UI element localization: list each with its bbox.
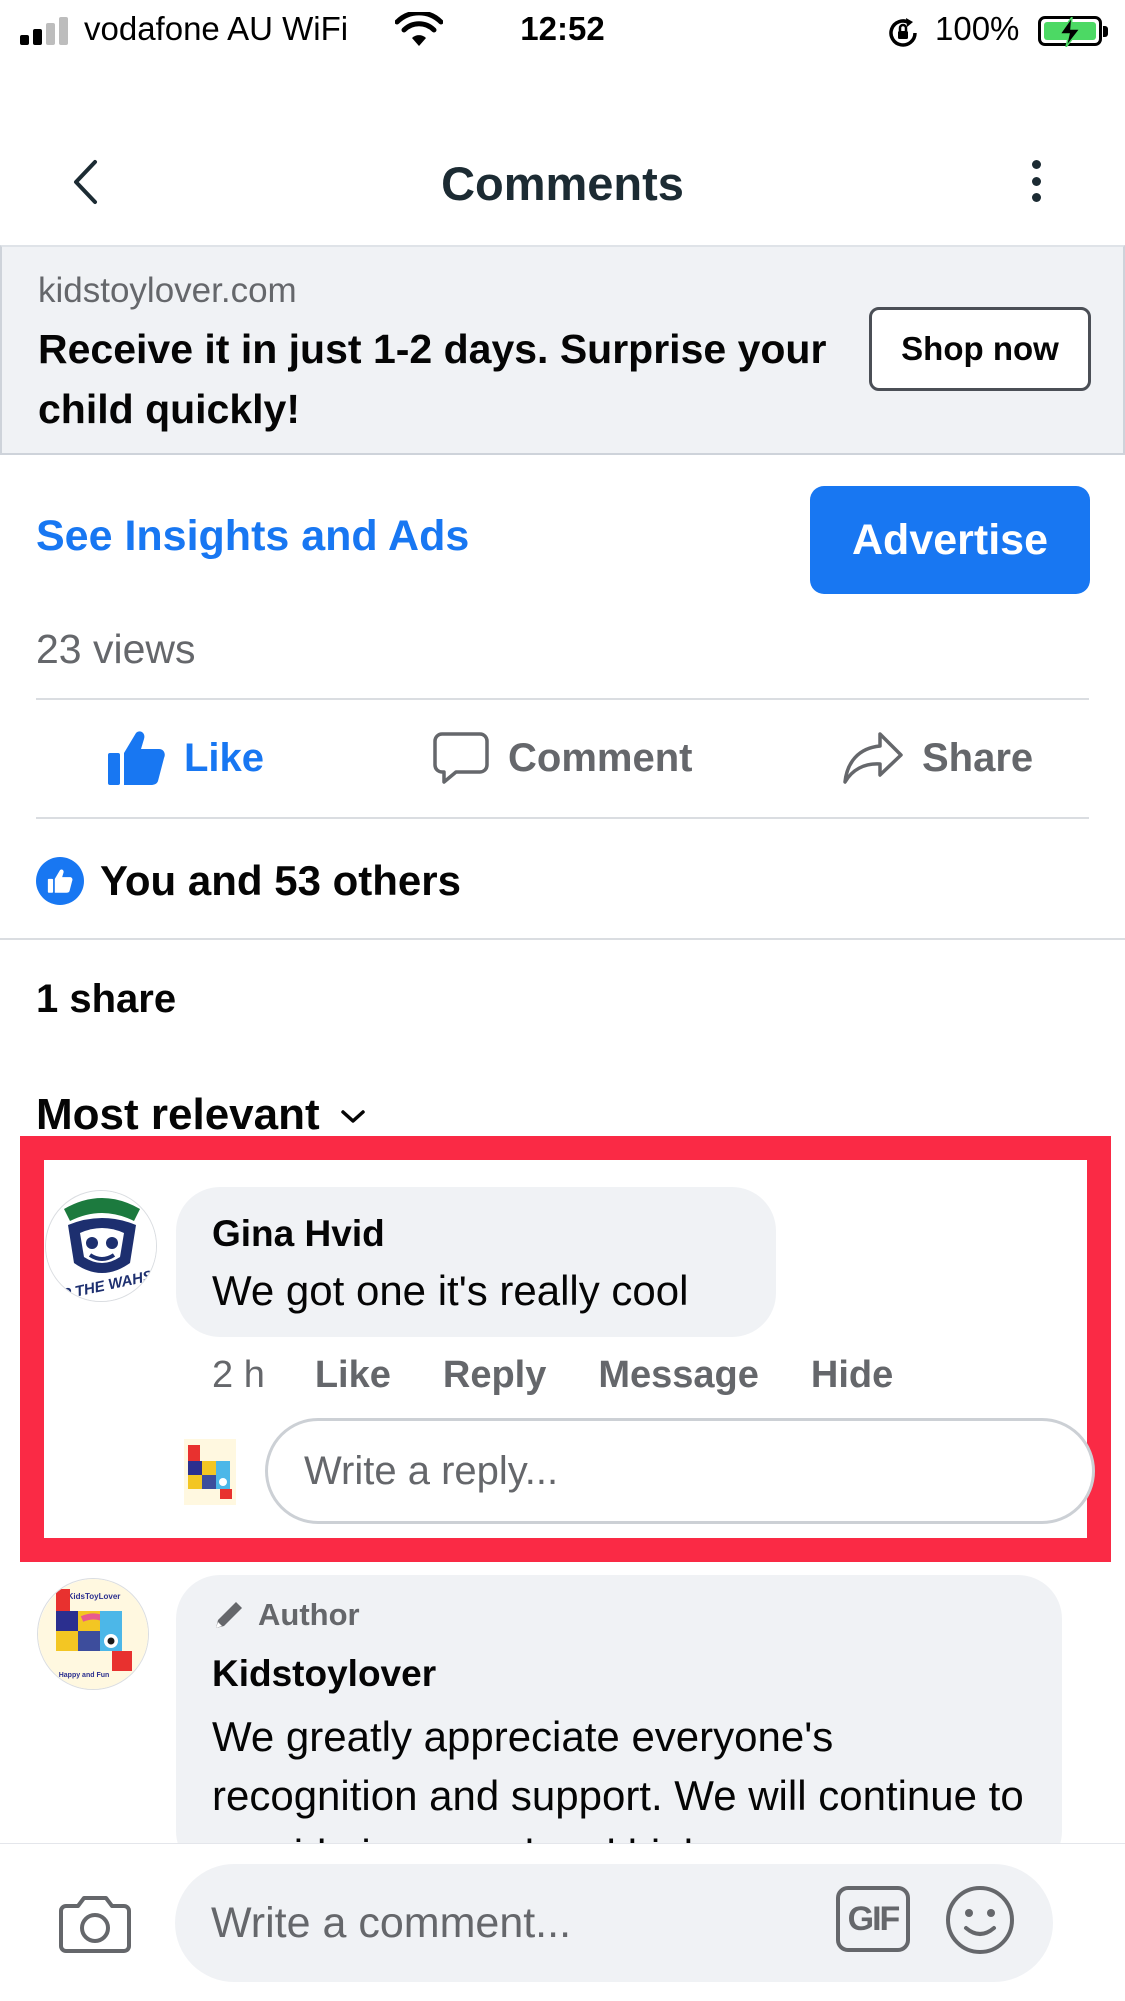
camera-icon — [59, 1896, 131, 1953]
commenter-name[interactable]: Kidstoylover — [212, 1653, 436, 1695]
rotation-lock-icon — [886, 16, 920, 55]
share-button[interactable]: Share — [842, 722, 1033, 794]
more-options-button[interactable] — [1016, 156, 1056, 206]
ad-domain: kidstoylover.com — [38, 271, 297, 310]
reply-placeholder: Write a reply... — [304, 1448, 559, 1493]
camera-button[interactable] — [58, 1894, 132, 1959]
reactions-text: You and 53 others — [100, 857, 461, 904]
ad-headline: Receive it in just 1-2 days. Surprise yo… — [38, 326, 827, 432]
page-avatar — [184, 1439, 236, 1505]
sort-dropdown[interactable]: Most relevant — [36, 1090, 366, 1140]
comment-placeholder: Write a comment... — [211, 1898, 572, 1947]
gif-label: GIF — [847, 1899, 901, 1938]
comment-message-button[interactable]: Message — [598, 1354, 759, 1397]
share-arrow-icon — [843, 732, 903, 784]
svg-text:KidsToyLover: KidsToyLover — [68, 1592, 121, 1601]
like-label: Like — [184, 735, 265, 780]
status-bar: vodafone AU WiFi 12:52 100% — [0, 0, 1125, 62]
comment-bubble[interactable]: Gina Hvid We got one it's really cool — [176, 1187, 776, 1337]
thumbs-up-icon — [108, 731, 165, 785]
comment-button[interactable]: Comment — [432, 722, 692, 794]
sponsored-ad-banner[interactable]: kidstoylover.com Receive it in just 1-2 … — [0, 245, 1125, 455]
share-count[interactable]: 1 share — [36, 977, 176, 1022]
reaction-summary[interactable]: You and 53 others — [36, 854, 461, 908]
divider — [0, 938, 1125, 940]
more-vertical-icon — [1031, 160, 1041, 169]
like-button[interactable]: Like — [106, 722, 264, 794]
comment-label: Comment — [508, 735, 693, 780]
comment-like-button[interactable]: Like — [315, 1354, 391, 1397]
comment-reply-button[interactable]: Reply — [443, 1354, 546, 1397]
author-comment-bubble[interactable]: Author Kidstoylover We greatly appreciat… — [176, 1575, 1062, 1878]
commenter-name[interactable]: Gina Hvid — [212, 1213, 385, 1255]
shop-now-button[interactable]: Shop now — [869, 307, 1091, 391]
comment-text: We got one it's really cool — [212, 1267, 689, 1314]
avatar[interactable]: UP THE WAHS — [45, 1190, 157, 1302]
pencil-icon — [216, 1602, 242, 1628]
battery-charging-icon — [1038, 16, 1108, 47]
page-title: Comments — [441, 157, 684, 210]
svg-text:Happy and Fun: Happy and Fun — [59, 1672, 110, 1679]
avatar[interactable]: KidsToyLover Happy and Fun — [37, 1578, 149, 1690]
battery-percent: 100% — [935, 10, 1020, 47]
emoji-button[interactable] — [944, 1884, 1016, 1961]
comment-hide-button[interactable]: Hide — [811, 1354, 893, 1397]
comment-actions: 2 h Like Reply Message Hide — [212, 1350, 945, 1400]
divider — [36, 698, 1089, 700]
divider — [36, 817, 1089, 819]
reply-input[interactable]: Write a reply... — [265, 1418, 1095, 1524]
view-count: 23 views — [36, 626, 196, 672]
comment-input[interactable]: Write a comment... — [175, 1864, 1053, 1982]
author-badge-label: Author — [258, 1597, 360, 1632]
header: Comments — [0, 120, 1125, 242]
advertise-button[interactable]: Advertise — [810, 486, 1090, 594]
comment-timestamp: 2 h — [212, 1353, 265, 1396]
comment-composer: Write a comment... GIF — [0, 1843, 1125, 2001]
see-insights-link[interactable]: See Insights and Ads — [36, 512, 469, 561]
chevron-down-icon — [340, 1110, 365, 1123]
author-badge: Author — [212, 1597, 360, 1633]
like-reaction-icon — [36, 857, 84, 905]
comment-bubble-icon — [433, 732, 489, 784]
gif-button[interactable]: GIF — [836, 1886, 910, 1952]
share-label: Share — [922, 735, 1034, 780]
sort-label: Most relevant — [36, 1090, 320, 1139]
smiley-icon — [946, 1886, 1014, 1954]
